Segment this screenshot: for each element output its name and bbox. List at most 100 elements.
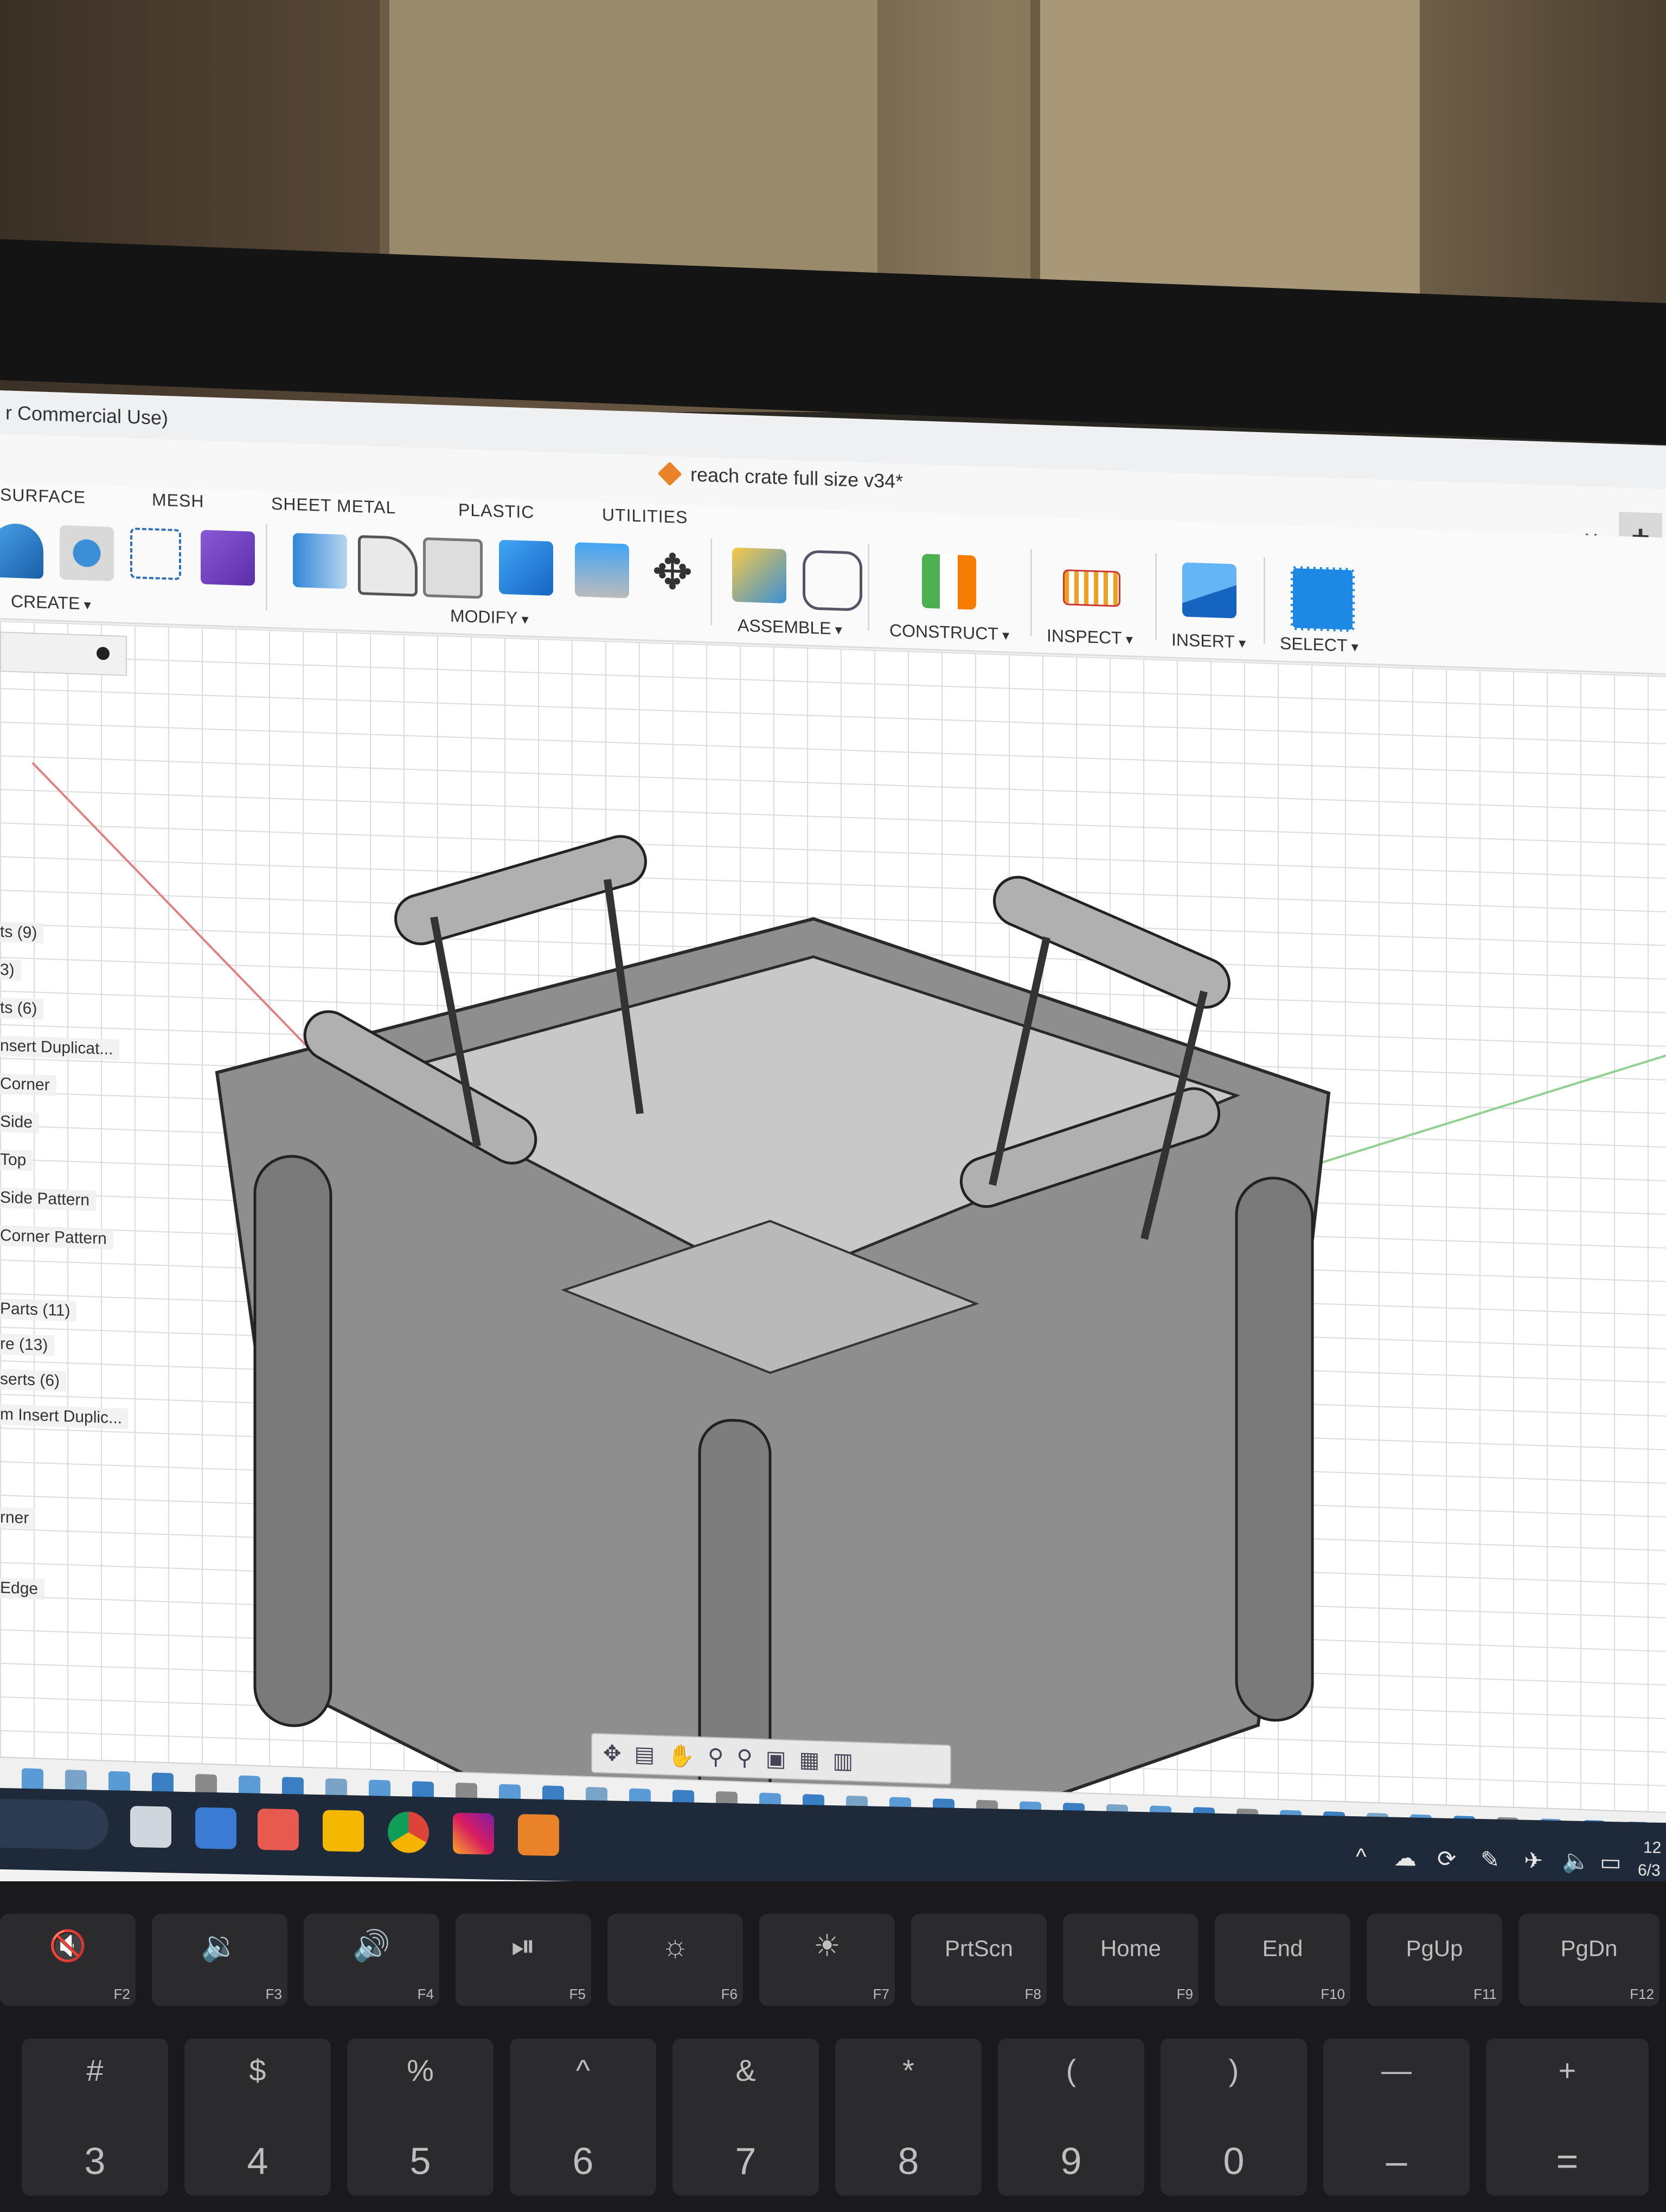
form-icon[interactable] xyxy=(201,530,255,586)
select-icon[interactable] xyxy=(1291,565,1355,632)
tab-sheet-metal[interactable]: SHEET METAL xyxy=(271,494,396,518)
sync-icon[interactable]: ⟳ xyxy=(1437,1845,1456,1872)
display-icon[interactable]: ▣ xyxy=(766,1746,786,1772)
clock-time[interactable]: 12 xyxy=(1643,1838,1661,1857)
extrude-surface-icon[interactable] xyxy=(0,523,43,579)
orbit-icon[interactable]: ✥ xyxy=(603,1741,621,1766)
key-glyph: 🔇 xyxy=(49,1928,87,1963)
select-menu[interactable]: SELECT xyxy=(1280,633,1359,656)
joint-icon[interactable] xyxy=(803,550,862,612)
browser-item[interactable]: Corner xyxy=(0,1073,56,1096)
construct-menu[interactable]: CONSTRUCT xyxy=(889,620,1009,644)
key-5: % 5 xyxy=(347,2039,494,2196)
chrome-icon[interactable] xyxy=(388,1811,429,1854)
move-icon[interactable]: ✥ xyxy=(645,544,700,601)
press-pull-icon[interactable] xyxy=(293,532,347,589)
zoom-icon[interactable]: ⚲ xyxy=(708,1744,723,1770)
key-glyph: PgUp xyxy=(1406,1935,1463,1961)
browser-item[interactable]: rner xyxy=(0,1507,36,1529)
key-f4: 🔊 F4 xyxy=(304,1914,439,2006)
key-7: & 7 xyxy=(672,2039,819,2196)
timeline-feature-icon[interactable] xyxy=(22,1768,43,1791)
fusion-360-icon[interactable] xyxy=(518,1814,559,1856)
key-f11: PgUp F11 xyxy=(1367,1914,1502,2006)
key-4: $4 xyxy=(184,2039,331,2196)
tab-plastic[interactable]: PLASTIC xyxy=(458,500,534,523)
clock-date[interactable]: 6/3 xyxy=(1638,1861,1661,1880)
key-glyph: ☀ xyxy=(813,1928,841,1963)
key-f12: PgDn F12 xyxy=(1518,1914,1659,2006)
file-explorer-icon[interactable] xyxy=(323,1810,364,1852)
combine-icon[interactable] xyxy=(499,539,553,596)
offset-face-icon[interactable] xyxy=(575,542,629,599)
browser-item[interactable]: ts (6) xyxy=(0,998,44,1020)
canvas-viewport[interactable]: ts (9) 3) ts (6) nsert Duplicat... Corne… xyxy=(0,621,1666,1831)
offset-plane-icon[interactable] xyxy=(922,554,976,610)
key-shift-glyph: * xyxy=(902,2053,914,2087)
browser-item[interactable]: re (13) xyxy=(0,1334,55,1356)
browser-item[interactable]: Side Pattern xyxy=(0,1187,97,1211)
timeline-feature-icon[interactable] xyxy=(65,1769,87,1792)
browser-item[interactable]: m Insert Duplic... xyxy=(0,1404,129,1429)
key-main-glyph: 0 xyxy=(1223,2140,1245,2182)
browser-item[interactable]: ts (9) xyxy=(0,922,44,944)
tab-mesh[interactable]: MESH xyxy=(152,490,204,511)
insert-menu[interactable]: INSERT xyxy=(1171,630,1246,653)
shell-icon[interactable] xyxy=(423,537,483,599)
new-component-icon[interactable] xyxy=(732,547,786,604)
key-shift-glyph: ( xyxy=(1066,2053,1077,2087)
ribbon-separator xyxy=(266,524,267,611)
tab-utilities[interactable]: UTILITIES xyxy=(602,505,688,528)
create-menu[interactable]: CREATE xyxy=(11,591,91,614)
key-glyph: End xyxy=(1262,1935,1303,1961)
key-main-glyph: 3 xyxy=(84,2140,106,2182)
insert-image-icon[interactable] xyxy=(1182,562,1236,619)
browser-item[interactable]: Corner Pattern xyxy=(0,1225,113,1250)
key-main-glyph: – xyxy=(1386,2140,1407,2182)
key-shift-glyph: $ xyxy=(249,2053,266,2087)
measure-icon[interactable] xyxy=(1063,569,1120,607)
sketch-icon[interactable] xyxy=(130,527,181,581)
ribbon-separator xyxy=(1264,557,1265,644)
browser-item[interactable]: nsert Duplicat... xyxy=(0,1036,120,1060)
fillet-icon[interactable] xyxy=(358,535,418,597)
volume-icon[interactable]: 🔈 xyxy=(1562,1848,1590,1875)
key-fn-label: F11 xyxy=(1473,1986,1497,2002)
key-fn-label: F3 xyxy=(265,1986,282,2002)
assemble-menu[interactable]: ASSEMBLE xyxy=(738,615,842,639)
browser-item[interactable]: serts (6) xyxy=(0,1369,67,1392)
key-fn-label: F9 xyxy=(1176,1986,1193,2002)
cloud-icon[interactable]: ☁ xyxy=(1394,1844,1417,1872)
chevron-up-icon[interactable]: ^ xyxy=(1356,1843,1367,1869)
app-screen: r Commercial Use) reach crate full size … xyxy=(0,390,1666,1942)
browser-item[interactable]: Edge xyxy=(0,1578,45,1600)
browser-item[interactable]: 3) xyxy=(0,960,21,981)
network-icon[interactable]: ✈ xyxy=(1524,1847,1543,1874)
instagram-icon[interactable] xyxy=(453,1812,494,1855)
grid-icon[interactable]: ▦ xyxy=(799,1747,820,1773)
ribbon-separator xyxy=(1030,549,1032,636)
battery-icon[interactable]: ▭ xyxy=(1600,1849,1622,1876)
fit-icon[interactable]: ⚲ xyxy=(736,1745,752,1771)
start-icon[interactable] xyxy=(195,1807,236,1849)
viewport-icon[interactable]: ▥ xyxy=(832,1748,853,1774)
tab-surface[interactable]: SURFACE xyxy=(0,485,86,507)
modify-menu[interactable]: MODIFY xyxy=(450,606,529,629)
browser-item[interactable]: Parts (11) xyxy=(0,1298,77,1322)
document-tab-label: reach crate full size v34* xyxy=(690,463,904,493)
inspect-menu[interactable]: INSPECT xyxy=(1047,626,1133,648)
task-view-icon[interactable] xyxy=(130,1805,171,1848)
key-f2: 🔇 F2 xyxy=(0,1914,136,2006)
search-box[interactable] xyxy=(0,1798,108,1850)
store-icon[interactable] xyxy=(258,1808,299,1851)
browser-item[interactable]: Top xyxy=(0,1149,33,1172)
key-main-glyph: 8 xyxy=(898,2140,919,2182)
browser-item[interactable]: Side xyxy=(0,1111,40,1134)
key-6: ^ 6 xyxy=(510,2039,656,2196)
pen-icon[interactable]: ✎ xyxy=(1481,1846,1500,1873)
collapse-icon[interactable] xyxy=(97,646,110,660)
look-at-icon[interactable]: ▤ xyxy=(635,1742,655,1767)
pan-icon[interactable]: ✋ xyxy=(668,1742,695,1769)
document-tab[interactable]: reach crate full size v34* xyxy=(657,461,904,493)
revolve-icon[interactable] xyxy=(60,525,114,581)
